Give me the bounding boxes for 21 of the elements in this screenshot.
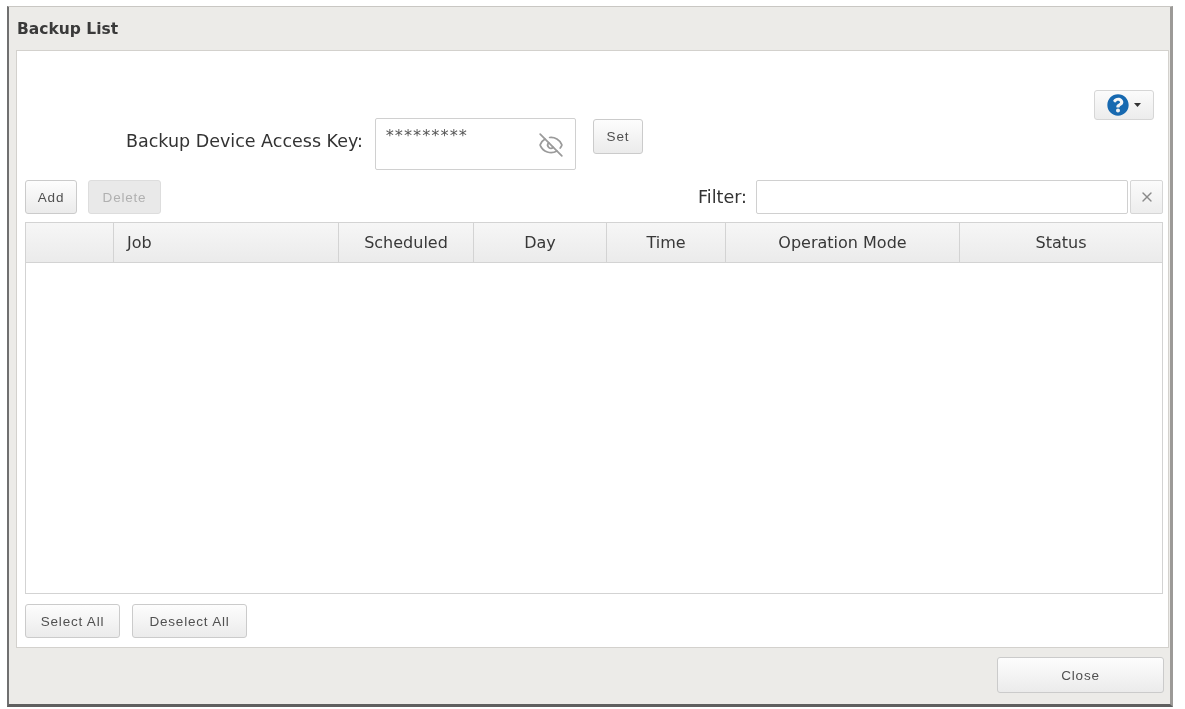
column-header[interactable]: Status	[960, 223, 1162, 262]
column-header[interactable]: Scheduled	[339, 223, 474, 262]
close-button[interactable]: Close	[997, 657, 1164, 693]
set-button[interactable]: Set	[592, 119, 643, 154]
eye-off-icon[interactable]	[537, 132, 564, 158]
access-key-field[interactable]: *********	[374, 118, 576, 170]
clear-filter-button[interactable]	[1130, 180, 1163, 214]
column-header[interactable]: Day	[474, 223, 607, 262]
add-button[interactable]: Add	[25, 180, 77, 214]
select-all-button[interactable]: Select All	[25, 604, 120, 638]
caret-icon	[1134, 103, 1141, 107]
access-key-label: Backup Device Access Key:	[126, 131, 363, 151]
deselect-all-button[interactable]: Deselect All	[132, 604, 247, 638]
column-header[interactable]: Operation Mode	[726, 223, 960, 262]
column-header[interactable]: Job	[114, 223, 339, 262]
help-icon	[1107, 94, 1129, 116]
filter-field[interactable]	[756, 180, 1128, 214]
help-button[interactable]	[1094, 90, 1154, 120]
filter-label: Filter:	[698, 187, 747, 207]
window-title: Backup List	[17, 19, 119, 38]
column-header[interactable]: Time	[607, 223, 726, 262]
